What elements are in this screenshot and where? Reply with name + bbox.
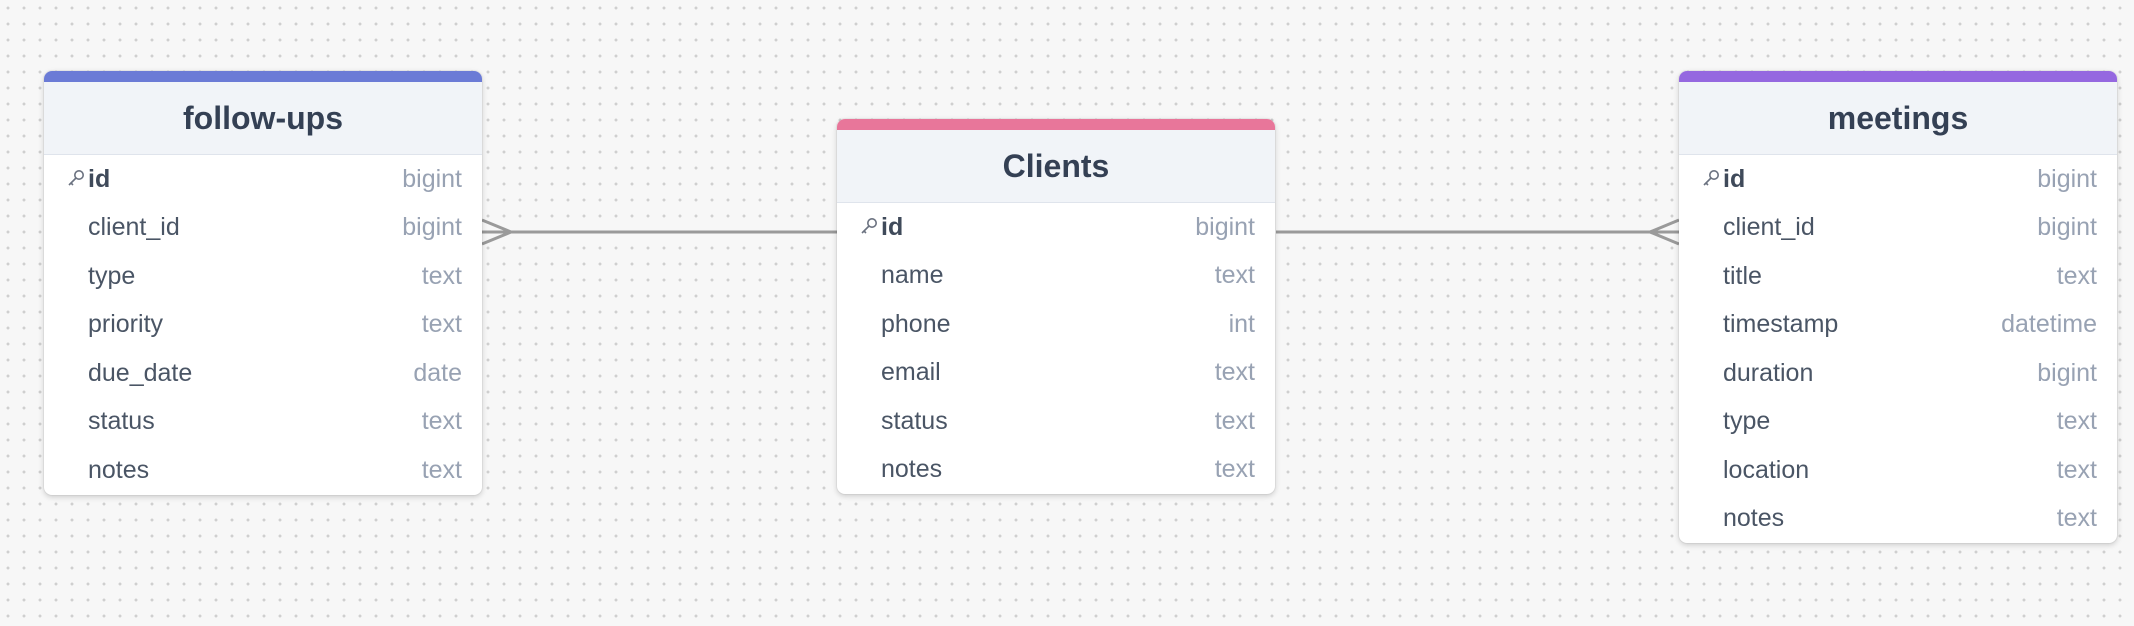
field-row[interactable]: id bigint (44, 155, 482, 204)
field-type: text (421, 310, 462, 339)
field-name: notes (88, 455, 150, 484)
field-name: id (1723, 164, 1746, 193)
field-name: title (1723, 261, 1762, 290)
field-type: text (1214, 406, 1255, 435)
field-row[interactable]: name text (837, 252, 1275, 301)
field-type: text (2056, 504, 2097, 533)
key-icon-placeholder (1701, 362, 1723, 384)
field-row[interactable]: notes text (1679, 495, 2117, 544)
field-row[interactable]: phone int (837, 300, 1275, 349)
field-type: bigint (2037, 213, 2097, 242)
field-name: client_id (1723, 213, 1815, 242)
field-type: text (1214, 455, 1255, 484)
field-type: bigint (402, 164, 462, 193)
field-type: text (2056, 261, 2097, 290)
key-icon-placeholder (66, 217, 88, 239)
field-type: text (1214, 261, 1255, 290)
key-icon-placeholder (66, 314, 88, 336)
field-name: duration (1723, 358, 1814, 387)
table-accent-bar (1679, 71, 2117, 82)
field-name: email (881, 358, 941, 387)
field-row[interactable]: duration bigint (1679, 349, 2117, 398)
field-row[interactable]: type text (1679, 398, 2117, 447)
field-type: text (1214, 358, 1255, 387)
field-row[interactable]: email text (837, 349, 1275, 398)
key-icon (1701, 168, 1723, 190)
field-name: status (88, 407, 155, 436)
table-title[interactable]: follow-ups (44, 82, 482, 155)
field-name: location (1723, 455, 1810, 484)
field-type: text (421, 455, 462, 484)
field-type: text (2056, 455, 2097, 484)
key-icon-placeholder (1701, 411, 1723, 433)
field-type: bigint (1195, 212, 1255, 241)
field-name: timestamp (1723, 310, 1839, 339)
key-icon-placeholder (1701, 314, 1723, 336)
table-meetings[interactable]: meetings id bigint client_id bigint title tex… (1679, 71, 2117, 543)
field-name: status (881, 406, 948, 435)
field-name: id (88, 164, 111, 193)
field-type: text (2056, 407, 2097, 436)
field-row[interactable]: id bigint (1679, 155, 2117, 204)
table-accent-bar (44, 71, 482, 82)
key-icon-placeholder (66, 265, 88, 287)
field-row[interactable]: id bigint (837, 203, 1275, 252)
field-row[interactable]: client_id bigint (44, 204, 482, 253)
field-name: due_date (88, 358, 193, 387)
field-row[interactable]: status text (44, 398, 482, 447)
key-icon-placeholder (66, 411, 88, 433)
relationship-clients-meetings[interactable] (1276, 218, 1680, 246)
field-row[interactable]: notes text (837, 446, 1275, 495)
field-row[interactable]: type text (44, 252, 482, 301)
field-row[interactable]: status text (837, 397, 1275, 446)
relationship-clients-followups[interactable] (481, 218, 837, 246)
key-icon-placeholder (859, 459, 881, 481)
table-title[interactable]: Clients (837, 130, 1275, 203)
field-type: datetime (2001, 310, 2097, 339)
field-name: priority (88, 310, 164, 339)
key-icon-placeholder (859, 313, 881, 335)
field-row[interactable]: title text (1679, 252, 2117, 301)
key-icon (66, 168, 88, 190)
key-icon-placeholder (859, 362, 881, 384)
field-row[interactable]: timestamp datetime (1679, 301, 2117, 350)
field-name: phone (881, 309, 951, 338)
key-icon-placeholder (1701, 265, 1723, 287)
field-row[interactable]: notes text (44, 446, 482, 495)
field-name: name (881, 261, 944, 290)
field-type: text (421, 407, 462, 436)
field-type: text (421, 261, 462, 290)
key-icon-placeholder (859, 265, 881, 287)
table-follow-ups[interactable]: follow-ups id bigint client_id bigint type te… (44, 71, 482, 495)
field-row[interactable]: client_id bigint (1679, 204, 2117, 253)
field-row[interactable]: due_date date (44, 349, 482, 398)
field-name: notes (881, 455, 943, 484)
field-row[interactable]: location text (1679, 446, 2117, 495)
key-icon-placeholder (1701, 508, 1723, 530)
key-icon-placeholder (1701, 459, 1723, 481)
key-icon-placeholder (1701, 217, 1723, 239)
field-type: date (413, 358, 462, 387)
key-icon (859, 216, 881, 238)
field-row[interactable]: priority text (44, 301, 482, 350)
key-icon-placeholder (66, 362, 88, 384)
field-type: bigint (2037, 164, 2097, 193)
key-icon-placeholder (859, 410, 881, 432)
table-accent-bar (837, 119, 1275, 130)
field-name: client_id (88, 213, 180, 242)
field-type: int (1228, 309, 1255, 338)
field-name: notes (1723, 504, 1785, 533)
field-name: id (881, 212, 904, 241)
field-type: bigint (2037, 358, 2097, 387)
table-title[interactable]: meetings (1679, 82, 2117, 155)
key-icon-placeholder (66, 459, 88, 481)
field-type: bigint (402, 213, 462, 242)
table-clients[interactable]: Clients id bigint name text phone int email tex… (837, 119, 1275, 494)
field-name: type (88, 261, 136, 290)
field-name: type (1723, 407, 1771, 436)
